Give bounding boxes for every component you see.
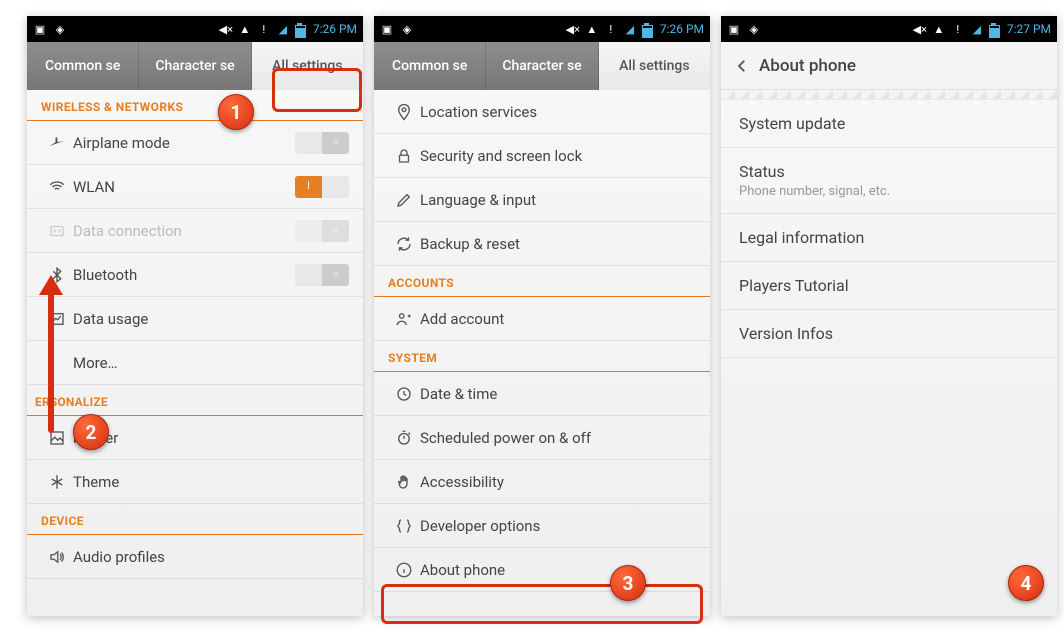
clock-icon [388, 385, 420, 403]
tab-common[interactable]: Common se [27, 42, 139, 90]
status-bar: ▣ ◈ ◀× ▲ ! ◢ 7:26 PM [27, 16, 363, 42]
account-icon [388, 310, 420, 328]
shield-icon: ◈ [400, 22, 414, 36]
bluetooth-toggle[interactable]: ○ [295, 264, 349, 286]
paper-edge [721, 90, 1057, 100]
callout-4: 4 [1008, 565, 1044, 601]
page-title: About phone [759, 56, 856, 76]
data-toggle: ○ [295, 220, 349, 242]
row-data-connection[interactable]: Data connection ○ [27, 209, 363, 253]
airplane-icon [41, 134, 73, 152]
row-wlan[interactable]: WLAN I [27, 165, 363, 209]
alert-icon: ! [257, 22, 271, 36]
status-bar: ▣ ◈ ◀× ▲! ◢ 7:26 PM [374, 16, 710, 42]
tab-all[interactable]: All settings [252, 42, 363, 90]
row-add-account[interactable]: Add account [374, 297, 710, 341]
mute-icon: ◀× [219, 22, 233, 36]
alert-icon: ! [951, 22, 965, 36]
pen-icon [388, 191, 420, 209]
wallpaper-icon [41, 429, 73, 447]
battery-icon [989, 22, 998, 36]
item-tutorial[interactable]: Players Tutorial [721, 262, 1057, 310]
status-bar: ▣ ◈ ◀× ▲! ◢ 7:27 PM [721, 16, 1057, 42]
location-icon [388, 103, 420, 121]
row-developer[interactable]: Developer options [374, 504, 710, 548]
refresh-icon [388, 235, 420, 253]
settings-tabs: Common se Character se All settings [374, 42, 710, 90]
timer-icon [388, 429, 420, 447]
row-data-usage[interactable]: Data usage [27, 297, 363, 341]
braces-icon [388, 517, 420, 535]
phone-screen-1: ▣ ◈ ◀× ▲ ! ◢ 7:26 PM Common se Character… [27, 16, 363, 616]
section-wireless: WIRELESS & NETWORKS [27, 90, 363, 121]
item-legal[interactable]: Legal information [721, 214, 1057, 262]
row-datetime[interactable]: Date & time [374, 372, 710, 416]
battery-icon [295, 22, 304, 36]
shield-icon: ◈ [747, 22, 761, 36]
phone-screen-2: ▣ ◈ ◀× ▲! ◢ 7:26 PM Common se Character se A… [374, 16, 710, 616]
row-bluetooth[interactable]: Bluetooth ○ [27, 253, 363, 297]
signal-icon: ◢ [623, 22, 637, 36]
hand-icon [388, 473, 420, 491]
header-bar: About phone [721, 42, 1057, 90]
row-more[interactable]: More… [27, 341, 363, 385]
callout-1: 1 [218, 94, 254, 130]
settings-list[interactable]: WIRELESS & NETWORKS Airplane mode ○ WLAN… [27, 90, 363, 616]
tab-character[interactable]: Character se [139, 42, 251, 90]
phone-screen-3: ▣ ◈ ◀× ▲! ◢ 7:27 PM About phone System updat… [721, 16, 1057, 616]
row-theme[interactable]: Theme [27, 460, 363, 504]
row-accessibility[interactable]: Accessibility [374, 460, 710, 504]
wifi-icon: ▲ [585, 22, 599, 36]
row-airplane[interactable]: Airplane mode ○ [27, 121, 363, 165]
alert-icon: ! [604, 22, 618, 36]
section-personalize: ERSONALIZE [27, 385, 363, 416]
mute-icon: ◀× [913, 22, 927, 36]
clock-text: 7:26 PM [660, 22, 704, 36]
about-list[interactable]: System update StatusPhone number, signal… [721, 100, 1057, 616]
shield-icon: ◈ [53, 22, 67, 36]
info-icon [388, 561, 420, 579]
row-scheduled[interactable]: Scheduled power on & off [374, 416, 710, 460]
lock-icon [388, 147, 420, 165]
tab-common[interactable]: Common se [374, 42, 486, 90]
row-security[interactable]: Security and screen lock [374, 134, 710, 178]
download-icon: ▣ [380, 22, 394, 36]
settings-tabs: Common se Character se All settings [27, 42, 363, 90]
row-audio[interactable]: Audio profiles [27, 535, 363, 579]
wifi-icon [41, 178, 73, 196]
wifi-icon: ▲ [238, 22, 252, 36]
back-button[interactable] [733, 57, 759, 75]
row-language[interactable]: Language & input [374, 178, 710, 222]
item-system-update[interactable]: System update [721, 100, 1057, 148]
chart-icon [41, 310, 73, 328]
tab-character[interactable]: Character se [486, 42, 598, 90]
row-about[interactable]: About phone [374, 548, 710, 592]
signal-icon: ◢ [970, 22, 984, 36]
wifi-icon: ▲ [932, 22, 946, 36]
callout-3: 3 [610, 565, 646, 601]
settings-list[interactable]: Location services Security and screen lo… [374, 90, 710, 616]
row-location[interactable]: Location services [374, 90, 710, 134]
battery-icon [642, 22, 651, 36]
section-accounts: ACCOUNTS [374, 266, 710, 297]
speaker-icon [41, 548, 73, 566]
section-system: SYSTEM [374, 341, 710, 372]
data-icon [41, 222, 73, 240]
download-icon: ▣ [33, 22, 47, 36]
theme-icon [41, 473, 73, 491]
callout-2: 2 [73, 414, 109, 450]
row-backup[interactable]: Backup & reset [374, 222, 710, 266]
download-icon: ▣ [727, 22, 741, 36]
clock-text: 7:27 PM [1007, 22, 1051, 36]
item-version[interactable]: Version Infos [721, 310, 1057, 358]
item-status[interactable]: StatusPhone number, signal, etc. [721, 148, 1057, 214]
signal-icon: ◢ [276, 22, 290, 36]
tab-all[interactable]: All settings [599, 42, 710, 90]
wlan-toggle[interactable]: I [295, 176, 349, 198]
clock-text: 7:26 PM [313, 22, 357, 36]
mute-icon: ◀× [566, 22, 580, 36]
airplane-toggle[interactable]: ○ [295, 132, 349, 154]
section-device: DEVICE [27, 504, 363, 535]
